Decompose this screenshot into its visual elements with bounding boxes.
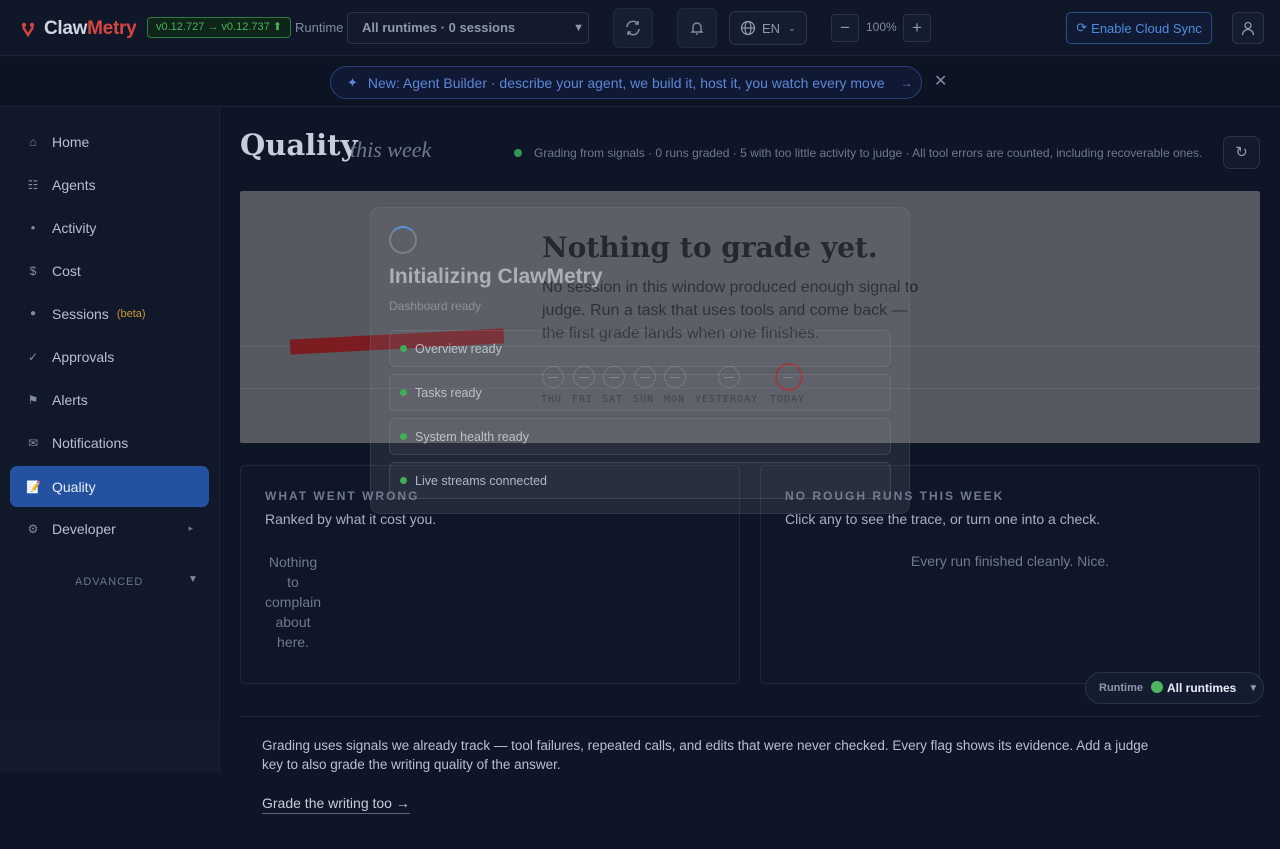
announcement-row: ✦ New: Agent Builder · describe your age… bbox=[0, 57, 1280, 107]
refresh-quality-button[interactable]: ↻ bbox=[1223, 136, 1260, 169]
check-dot-icon bbox=[400, 477, 407, 484]
check-dot-icon bbox=[400, 433, 407, 440]
dot-icon: ● bbox=[30, 223, 36, 232]
gear-icon: ⚙ bbox=[27, 521, 39, 536]
envelope-icon: ✉ bbox=[27, 435, 39, 450]
sidebar: ⌂ Home ☷ Agents ● Activity $ Cost ● Sessions (… bbox=[0, 108, 220, 772]
list-icon: ☷ bbox=[27, 177, 39, 192]
chevron-right-icon: ▸ bbox=[188, 523, 193, 533]
sidebar-item-label: Notifications bbox=[52, 434, 129, 451]
loading-subtitle: Dashboard ready bbox=[389, 299, 482, 313]
runtime-label: Runtime bbox=[295, 20, 344, 35]
sidebar-item-agents[interactable]: ☷ Agents bbox=[10, 164, 209, 205]
sidebar-item-label: Quality bbox=[52, 478, 96, 495]
status-dot-icon bbox=[514, 149, 522, 157]
loading-step-label: Tasks ready bbox=[415, 385, 482, 400]
cloud-sync-label: Enable Cloud Sync bbox=[1091, 20, 1202, 36]
advanced-section-toggle[interactable]: ADVANCED bbox=[75, 576, 143, 588]
page-title: Quality bbox=[240, 128, 358, 162]
grade-writing-link[interactable]: Grade the writing too → bbox=[262, 795, 410, 814]
loading-step-label: Live streams connected bbox=[415, 473, 548, 488]
sidebar-item-approvals[interactable]: ✓ Approvals bbox=[10, 336, 209, 377]
runtime-pill-value: All runtimes bbox=[1167, 681, 1237, 695]
notifications-button[interactable] bbox=[677, 8, 717, 48]
sidebar-item-label: Alerts bbox=[52, 391, 88, 408]
green-status-icon bbox=[1151, 681, 1163, 693]
sidebar-item-activity[interactable]: ● Activity bbox=[10, 207, 209, 248]
logo-claw: Claw bbox=[44, 18, 88, 39]
runtime-pill-label: Runtime bbox=[1099, 682, 1143, 694]
check-dot-icon bbox=[400, 389, 407, 396]
sidebar-item-notifications[interactable]: ✉ Notifications bbox=[10, 422, 209, 463]
sidebar-item-sessions[interactable]: ● Sessions (beta) bbox=[10, 293, 209, 334]
sidebar-footer bbox=[0, 720, 219, 772]
check-dot-icon bbox=[400, 345, 407, 352]
refresh-button[interactable] bbox=[613, 8, 653, 48]
loading-title: Initializing ClawMetry bbox=[389, 265, 603, 288]
sidebar-item-label: Sessions bbox=[52, 305, 109, 322]
sidebar-item-quality[interactable]: 📝 Quality bbox=[10, 466, 209, 507]
loading-step: Live streams connected bbox=[389, 462, 891, 499]
sidebar-item-label: Agents bbox=[52, 176, 96, 193]
refresh-icon bbox=[626, 20, 640, 36]
empty-state-text: Nothing to complain about here. bbox=[265, 554, 322, 650]
check-icon: ✓ bbox=[27, 349, 39, 364]
page-subtitle: this week bbox=[350, 137, 432, 162]
dot-icon: ● bbox=[29, 308, 37, 319]
sidebar-item-developer[interactable]: ⚙ Developer ▸ bbox=[10, 508, 209, 549]
zoom-out-button[interactable]: − bbox=[831, 14, 859, 42]
banner-text: New: Agent Builder · describe your agent… bbox=[367, 74, 885, 91]
runtime-select-value: All runtimes · 0 sessions bbox=[362, 20, 516, 35]
sync-icon: ⟳ bbox=[1076, 20, 1088, 35]
memo-icon: 📝 bbox=[26, 479, 41, 494]
chevron-down-icon: ▼ bbox=[1248, 682, 1259, 694]
spinner-icon bbox=[389, 226, 417, 254]
loading-step-label: Overview ready bbox=[415, 341, 502, 356]
logo-metry: Metry bbox=[87, 18, 137, 39]
runtime-pill[interactable]: Runtime All runtimes ▼ bbox=[1085, 672, 1264, 704]
dollar-icon: $ bbox=[29, 263, 37, 278]
agent-builder-banner[interactable]: ✦ New: Agent Builder · describe your age… bbox=[330, 66, 922, 99]
user-avatar-button[interactable] bbox=[1232, 12, 1264, 44]
sidebar-item-label: Home bbox=[52, 133, 90, 150]
flag-icon: ⚑ bbox=[27, 392, 39, 407]
bell-icon bbox=[690, 22, 704, 35]
empty-state-text: Every run finished cleanly. Nice. bbox=[910, 553, 1110, 569]
arrow-right-icon: → bbox=[900, 75, 913, 90]
loading-step: Tasks ready bbox=[389, 374, 891, 411]
sidebar-item-label: Cost bbox=[52, 262, 81, 279]
zoom-in-button[interactable]: + bbox=[903, 14, 931, 42]
sidebar-item-label: Developer bbox=[52, 520, 116, 537]
sidebar-item-label: Approvals bbox=[52, 348, 115, 365]
language-select[interactable]: EN ⌄ bbox=[729, 11, 807, 45]
sidebar-item-home[interactable]: ⌂ Home bbox=[10, 121, 209, 162]
grading-status: Grading from signals · 0 runs graded · 5… bbox=[514, 146, 1202, 160]
home-icon: ⌂ bbox=[29, 134, 37, 149]
language-value: EN bbox=[762, 20, 781, 36]
app-logo[interactable]: ClawMetry bbox=[20, 18, 137, 40]
grading-explanation: Grading uses signals we already track — … bbox=[262, 738, 1149, 772]
sparkle-icon: ✦ bbox=[347, 74, 358, 90]
enable-cloud-sync-button[interactable]: ⟳ Enable Cloud Sync bbox=[1066, 12, 1212, 44]
runtime-select[interactable]: All runtimes · 0 sessions ▼ bbox=[347, 12, 589, 44]
globe-icon bbox=[740, 20, 756, 36]
version-badge[interactable]: v0.12.727 → v0.12.737 ⬆ bbox=[147, 17, 292, 38]
zoom-level: 100% bbox=[866, 20, 897, 34]
close-banner-button[interactable]: ✕ bbox=[934, 71, 947, 91]
chevron-down-icon: ⌄ bbox=[788, 22, 796, 33]
user-icon bbox=[1241, 21, 1255, 36]
sidebar-item-cost[interactable]: $ Cost bbox=[10, 250, 209, 291]
chevron-down-icon[interactable]: ▼ bbox=[188, 574, 198, 585]
chevron-down-icon: ▼ bbox=[573, 22, 584, 34]
beta-badge: (beta) bbox=[116, 307, 146, 320]
loading-step: System health ready bbox=[389, 418, 891, 455]
divider bbox=[240, 716, 1260, 717]
claw-logo-icon bbox=[21, 22, 35, 37]
loading-step: Overview ready bbox=[389, 330, 891, 367]
loading-step-label: System health ready bbox=[415, 429, 529, 444]
grading-status-text: Grading from signals · 0 runs graded · 5… bbox=[534, 146, 1203, 160]
sidebar-item-label: Activity bbox=[52, 219, 97, 236]
sidebar-item-alerts[interactable]: ⚑ Alerts bbox=[10, 379, 209, 420]
top-bar: ClawMetry v0.12.727 → v0.12.737 ⬆ Runtim… bbox=[0, 0, 1280, 56]
